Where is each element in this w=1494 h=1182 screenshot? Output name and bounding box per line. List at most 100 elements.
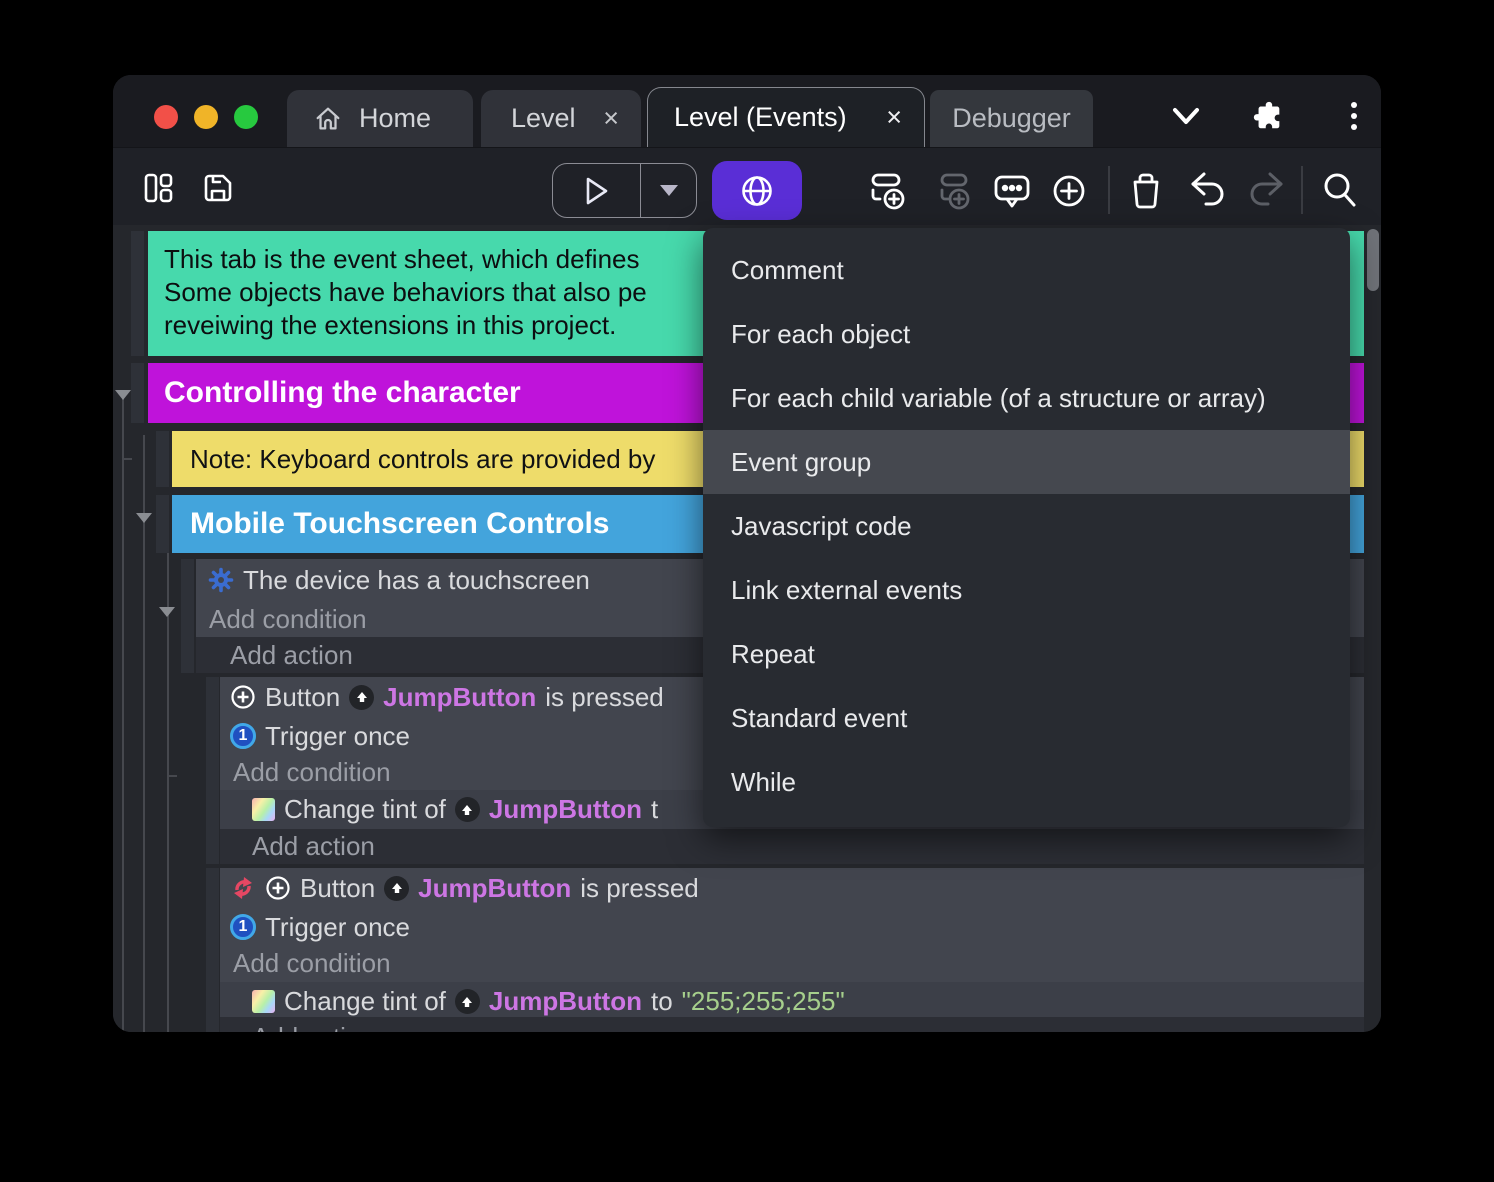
event-block-jumpbutton-2[interactable]: Button JumpButton is pressed 1 Trigger o… (220, 868, 1364, 982)
block-gutter[interactable] (206, 677, 219, 864)
group-title: Controlling the character (164, 376, 521, 409)
add-sub-event-icon[interactable] (929, 168, 977, 214)
tint-palette-icon (252, 798, 275, 821)
condition-text: Trigger once (265, 912, 410, 943)
traffic-light-close[interactable] (154, 105, 178, 129)
block-gutter[interactable] (156, 431, 169, 487)
collapse-arrow-icon[interactable] (159, 607, 175, 617)
condition-suffix: is pressed (545, 682, 664, 713)
caret-down-icon (660, 185, 678, 196)
puzzle-extension-icon[interactable] (1251, 99, 1285, 133)
add-event-context-menu: Comment For each object For each child v… (703, 228, 1350, 827)
kebab-menu-icon[interactable] (1337, 99, 1371, 133)
object-name: JumpButton (418, 873, 571, 904)
indent-guide (143, 435, 145, 1032)
collapse-arrow-icon[interactable] (115, 390, 131, 400)
collapse-arrow-icon[interactable] (136, 513, 152, 523)
menu-item-javascript-code[interactable]: Javascript code (703, 494, 1350, 558)
up-arrow-icon (349, 685, 374, 710)
add-action-link[interactable]: Add action (220, 829, 1364, 864)
play-button[interactable] (553, 164, 641, 217)
delete-icon[interactable] (1125, 168, 1167, 212)
tab-debugger[interactable]: Debugger (930, 90, 1093, 147)
save-icon[interactable] (199, 169, 237, 207)
traffic-light-minimize[interactable] (194, 105, 218, 129)
tab-bar: Home Level × Level (Events) × Debugger (113, 75, 1381, 147)
chevron-down-icon[interactable] (1169, 99, 1203, 133)
menu-item-while[interactable]: While (703, 750, 1350, 814)
indent-guide (122, 395, 124, 1032)
group-title: Mobile Touchscreen Controls (190, 507, 610, 540)
menu-item-link-external-events[interactable]: Link external events (703, 558, 1350, 622)
gear-icon (208, 567, 234, 593)
tint-palette-icon (252, 990, 275, 1013)
tab-level[interactable]: Level × (481, 90, 641, 147)
action-suffix: t (651, 794, 658, 825)
traffic-light-maximize[interactable] (234, 105, 258, 129)
global-events-button[interactable] (712, 161, 802, 220)
play-dropdown-button[interactable] (641, 164, 696, 217)
screen: Home Level × Level (Events) × Debugger (0, 0, 1494, 1182)
search-icon[interactable] (1319, 168, 1361, 212)
menu-item-standard-event[interactable]: Standard event (703, 686, 1350, 750)
condition-text: The device has a touchscreen (243, 565, 590, 596)
add-comment-icon[interactable] (990, 168, 1034, 214)
tab-label: Level (511, 103, 576, 134)
globe-icon (739, 173, 775, 209)
home-icon (313, 104, 343, 134)
button-object-icon (265, 875, 291, 901)
toolbar-divider (1108, 166, 1110, 214)
indent-tick (122, 458, 132, 460)
block-gutter[interactable] (181, 559, 194, 673)
close-icon[interactable]: × (603, 105, 619, 132)
app-window: Home Level × Level (Events) × Debugger (113, 75, 1381, 1032)
block-gutter[interactable] (131, 231, 144, 356)
menu-item-event-group[interactable]: Event group (703, 430, 1350, 494)
block-gutter[interactable] (131, 363, 144, 423)
menu-item-for-each-child-variable[interactable]: For each child variable (of a structure … (703, 366, 1350, 430)
note-text: Note: Keyboard controls are provided by (190, 444, 655, 474)
button-object-icon (230, 684, 256, 710)
condition-prefix: Button (300, 873, 375, 904)
action-prefix: Change tint of (284, 986, 446, 1017)
condition-prefix: Button (265, 682, 340, 713)
trigger-once-icon: 1 (230, 723, 256, 749)
action-suffix: to (651, 986, 673, 1017)
close-icon[interactable]: × (886, 104, 902, 131)
undo-icon[interactable] (1185, 168, 1229, 212)
indent-guide (167, 525, 169, 1032)
up-arrow-icon (455, 797, 480, 822)
redo-icon[interactable] (1245, 168, 1289, 212)
block-gutter[interactable] (206, 868, 219, 1032)
condition-row[interactable]: 1 Trigger once (220, 908, 1364, 946)
tab-home[interactable]: Home (287, 90, 473, 147)
condition-text: Trigger once (265, 721, 410, 752)
block-gutter[interactable] (156, 495, 169, 553)
add-circle-icon[interactable] (1047, 168, 1091, 214)
menu-item-comment[interactable]: Comment (703, 238, 1350, 302)
inverted-condition-icon (230, 875, 256, 901)
add-condition-link[interactable]: Add condition (220, 946, 1364, 981)
add-event-icon[interactable] (865, 168, 913, 214)
toolbar (113, 147, 1381, 225)
menu-item-repeat[interactable]: Repeat (703, 622, 1350, 686)
add-action-link[interactable]: Add action (220, 1017, 1364, 1032)
object-name: JumpButton (489, 986, 642, 1017)
condition-suffix: is pressed (580, 873, 699, 904)
action-value: "255;255;255" (682, 986, 845, 1017)
tab-level-events-active[interactable]: Level (Events) × (647, 87, 925, 147)
scrollbar-thumb[interactable] (1367, 229, 1379, 291)
tab-label: Debugger (952, 103, 1071, 134)
indent-tick (167, 775, 177, 777)
action-prefix: Change tint of (284, 794, 446, 825)
play-split-button (552, 163, 697, 218)
up-arrow-icon (455, 989, 480, 1014)
layout-panels-icon[interactable] (139, 169, 177, 207)
menu-item-for-each-object[interactable]: For each object (703, 302, 1350, 366)
tab-label: Level (Events) (674, 102, 847, 133)
condition-row[interactable]: Button JumpButton is pressed (220, 868, 1364, 908)
action-row-change-tint-2[interactable]: Change tint of JumpButton to "255;255;25… (220, 982, 1364, 1021)
trigger-once-icon: 1 (230, 914, 256, 940)
object-name: JumpButton (383, 682, 536, 713)
up-arrow-icon (384, 876, 409, 901)
